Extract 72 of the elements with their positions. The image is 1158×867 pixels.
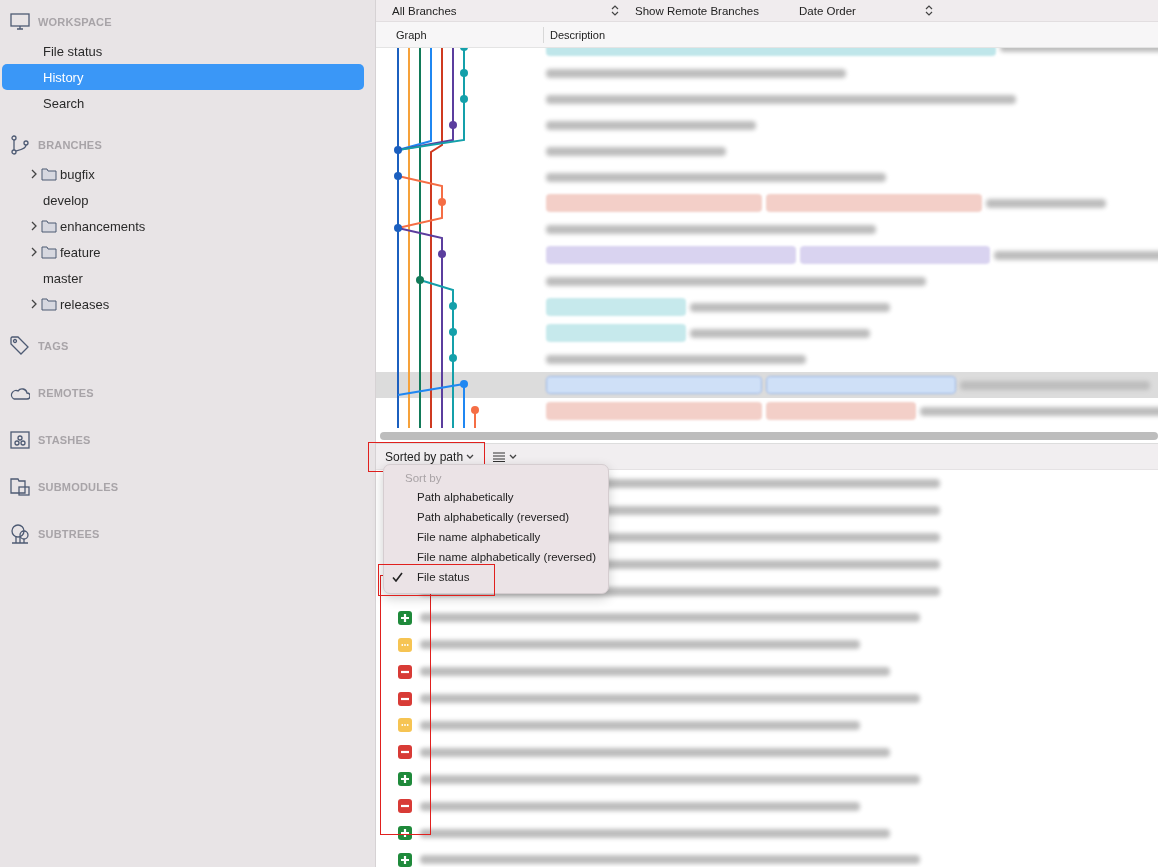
section-title: BRANCHES xyxy=(38,139,102,151)
section-title: STASHES xyxy=(38,434,91,446)
branch-folder[interactable]: bugfix xyxy=(60,166,95,182)
menu-item[interactable]: Path alphabetically xyxy=(384,487,608,507)
chevron-right-icon[interactable] xyxy=(30,247,38,257)
commit-node[interactable] xyxy=(449,328,457,336)
branch-icon xyxy=(10,135,30,155)
branch-filter[interactable]: All Branches xyxy=(392,4,457,17)
menu-item[interactable]: Path alphabetically (reversed) xyxy=(384,507,608,527)
minus-icon xyxy=(398,691,412,706)
commit-row[interactable] xyxy=(376,372,1158,398)
commit-node[interactable] xyxy=(471,406,479,414)
commit-node[interactable] xyxy=(394,224,402,232)
menu-item[interactable]: File status xyxy=(384,567,608,587)
branch-folder[interactable]: enhancements xyxy=(60,218,146,234)
ellipsis-icon xyxy=(398,718,412,733)
folder-icon xyxy=(41,219,57,233)
branch-item[interactable]: develop xyxy=(43,192,89,208)
folder-icon xyxy=(41,245,57,259)
minus-icon xyxy=(398,799,412,814)
plus-icon xyxy=(398,772,412,787)
commit-node[interactable] xyxy=(460,95,468,103)
section-title: SUBTREES xyxy=(38,528,100,540)
branch-folder[interactable]: releases xyxy=(60,296,110,312)
sidebar-item[interactable]: File status xyxy=(2,38,364,64)
section-title: REMOTES xyxy=(38,387,94,399)
chevron-right-icon[interactable] xyxy=(30,299,38,309)
remote-branches-toggle[interactable]: Show Remote Branches xyxy=(635,4,759,17)
folders-icon xyxy=(10,478,30,496)
checkmark-icon xyxy=(392,572,403,582)
ellipsis-icon xyxy=(398,637,412,652)
commit-node[interactable] xyxy=(394,172,402,180)
tree-icon xyxy=(10,524,30,544)
folder-icon xyxy=(41,167,57,181)
commit-node[interactable] xyxy=(449,354,457,362)
branch-folder[interactable]: feature xyxy=(60,244,101,260)
plus-icon xyxy=(398,610,412,625)
column-header[interactable]: Graph xyxy=(376,28,543,41)
commit-node[interactable] xyxy=(460,69,468,77)
section-title: WORKSPACE xyxy=(38,16,112,28)
monitor-icon xyxy=(10,13,30,31)
chevron-right-icon[interactable] xyxy=(30,221,38,231)
tag-icon xyxy=(10,336,30,356)
up-down-chevron-icon[interactable] xyxy=(925,5,933,16)
plus-icon xyxy=(398,852,412,867)
menu-item[interactable]: File name alphabetically xyxy=(384,527,608,547)
commit-node[interactable] xyxy=(460,48,468,51)
section-title: SUBMODULES xyxy=(38,481,119,493)
commit-node[interactable] xyxy=(449,302,457,310)
cloud-icon xyxy=(10,386,30,400)
minus-icon xyxy=(398,745,412,760)
menu-header: Sort by xyxy=(404,471,443,486)
sidebar-item[interactable]: Search xyxy=(2,90,364,116)
view-options-button[interactable] xyxy=(493,451,518,462)
stash-icon xyxy=(10,431,30,449)
commit-node[interactable] xyxy=(460,380,468,388)
commit-node[interactable] xyxy=(449,121,457,129)
commit-node[interactable] xyxy=(438,198,446,206)
branch-item[interactable]: master xyxy=(43,270,83,286)
folder-icon xyxy=(41,297,57,311)
commit-node[interactable] xyxy=(416,276,424,284)
minus-icon xyxy=(398,664,412,679)
scrollbar[interactable] xyxy=(380,431,1158,440)
order-selector[interactable]: Date Order xyxy=(799,4,856,17)
commit-node[interactable] xyxy=(438,250,446,258)
up-down-chevron-icon[interactable] xyxy=(611,5,619,16)
commit-node[interactable] xyxy=(394,146,402,154)
column-header[interactable]: Description xyxy=(544,28,606,41)
chevron-right-icon[interactable] xyxy=(30,169,38,179)
menu-item[interactable]: File name alphabetically (reversed) xyxy=(384,547,608,567)
section-title: TAGS xyxy=(38,340,69,352)
list-icon xyxy=(493,451,506,462)
